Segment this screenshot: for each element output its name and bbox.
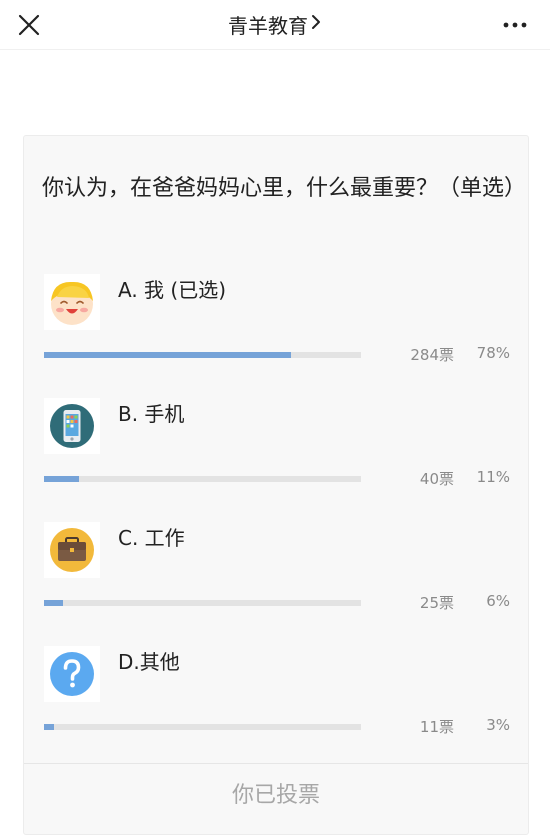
poll-card: 你认为，在爸爸妈妈心里，什么最重要？（单选） A. 我 (已选) 284票 78… bbox=[23, 135, 529, 835]
briefcase-icon bbox=[44, 522, 100, 578]
poll-option-label: D.其他 bbox=[118, 650, 180, 674]
poll-option-label: A. 我 (已选) bbox=[118, 278, 227, 302]
vote-percent: 11% bbox=[476, 468, 510, 486]
poll-option-a[interactable]: A. 我 (已选) 284票 78% bbox=[24, 274, 530, 394]
vote-percent: 78% bbox=[476, 344, 510, 362]
chevron-right-icon bbox=[310, 12, 322, 37]
poll-option-d[interactable]: D.其他 11票 3% bbox=[24, 646, 530, 766]
poll-question: 你认为，在爸爸妈妈心里，什么最重要？（单选） bbox=[42, 176, 527, 201]
vote-percent: 6% bbox=[486, 592, 510, 610]
poll-option-label: C. 工作 bbox=[118, 526, 185, 550]
vote-percent: 3% bbox=[486, 716, 510, 734]
vote-count: 25票 bbox=[419, 594, 454, 612]
top-bar: 青羊教育 bbox=[0, 0, 550, 50]
vote-bar-track bbox=[44, 352, 361, 358]
poll-option-label: B. 手机 bbox=[118, 402, 185, 426]
vote-bar-fill bbox=[44, 724, 54, 730]
page-title[interactable]: 青羊教育 bbox=[0, 10, 550, 39]
smiley-face-icon bbox=[44, 274, 100, 330]
phone-icon bbox=[44, 398, 100, 454]
vote-bar-fill bbox=[44, 600, 64, 606]
voted-status: 你已投票 bbox=[24, 763, 528, 835]
poll-option-b[interactable]: B. 手机 40票 11% bbox=[24, 398, 530, 518]
vote-bar-fill bbox=[44, 476, 79, 482]
more-dots-icon[interactable] bbox=[500, 12, 530, 38]
page-title-text[interactable]: 青羊教育 bbox=[228, 14, 308, 38]
vote-bar-fill bbox=[44, 352, 292, 358]
vote-count: 40票 bbox=[419, 470, 454, 488]
vote-bar-track bbox=[44, 476, 361, 482]
poll-option-c[interactable]: C. 工作 25票 6% bbox=[24, 522, 530, 642]
vote-count: 284票 bbox=[410, 346, 454, 364]
vote-bar-track bbox=[44, 600, 361, 606]
vote-bar-track bbox=[44, 724, 361, 730]
vote-count: 11票 bbox=[419, 718, 454, 736]
question-mark-icon bbox=[44, 646, 100, 702]
